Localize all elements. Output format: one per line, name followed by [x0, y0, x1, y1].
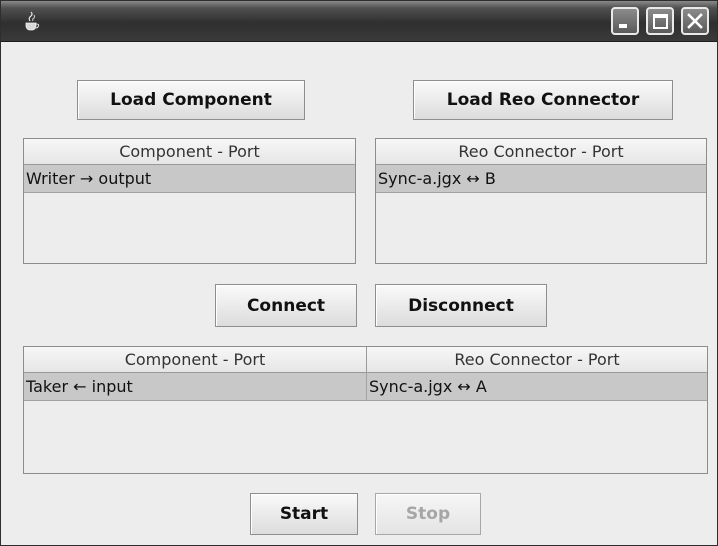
component-port-table[interactable]: Component - Port Writer → output [23, 138, 356, 264]
table-header: Component - Port [24, 139, 355, 165]
column-header-component-port[interactable]: Component - Port [24, 139, 355, 165]
maximize-button[interactable] [646, 7, 674, 35]
maximize-icon [653, 14, 668, 29]
minimize-icon [619, 24, 627, 28]
disconnect-button[interactable]: Disconnect [375, 284, 547, 327]
table-row[interactable]: Taker ← input Sync-a.jgx ↔ A [24, 373, 707, 401]
connections-table[interactable]: Component - Port Reo Connector - Port Ta… [23, 346, 708, 474]
table-cell: Writer → output [26, 169, 152, 188]
close-icon [687, 13, 703, 29]
reo-connector-port-table[interactable]: Reo Connector - Port Sync-a.jgx ↔ B [375, 138, 707, 264]
load-reo-connector-button[interactable]: Load Reo Connector [413, 80, 673, 120]
table-cell: Sync-a.jgx ↔ B [378, 169, 496, 188]
table-row[interactable]: Writer → output [24, 165, 355, 193]
connect-button[interactable]: Connect [215, 284, 357, 327]
table-row[interactable]: Sync-a.jgx ↔ B [376, 165, 706, 193]
application-window: Load Component Load Reo Connector Compon… [0, 0, 718, 546]
table-cell: Sync-a.jgx ↔ A [369, 377, 487, 396]
close-button[interactable] [681, 7, 709, 35]
title-bar[interactable] [1, 1, 717, 42]
column-header-reo-connector-port[interactable]: Reo Connector - Port [376, 139, 706, 165]
minimize-button[interactable] [611, 7, 639, 35]
start-button[interactable]: Start [250, 493, 358, 535]
table-header: Component - Port Reo Connector - Port [24, 347, 707, 373]
stop-button: Stop [375, 493, 481, 535]
column-header-component-port[interactable]: Component - Port [24, 347, 367, 373]
column-header-reo-connector-port[interactable]: Reo Connector - Port [367, 347, 707, 373]
java-cup-icon [23, 11, 41, 31]
table-header: Reo Connector - Port [376, 139, 706, 165]
load-component-button[interactable]: Load Component [77, 80, 305, 120]
table-cell: Taker ← input [24, 373, 367, 400]
